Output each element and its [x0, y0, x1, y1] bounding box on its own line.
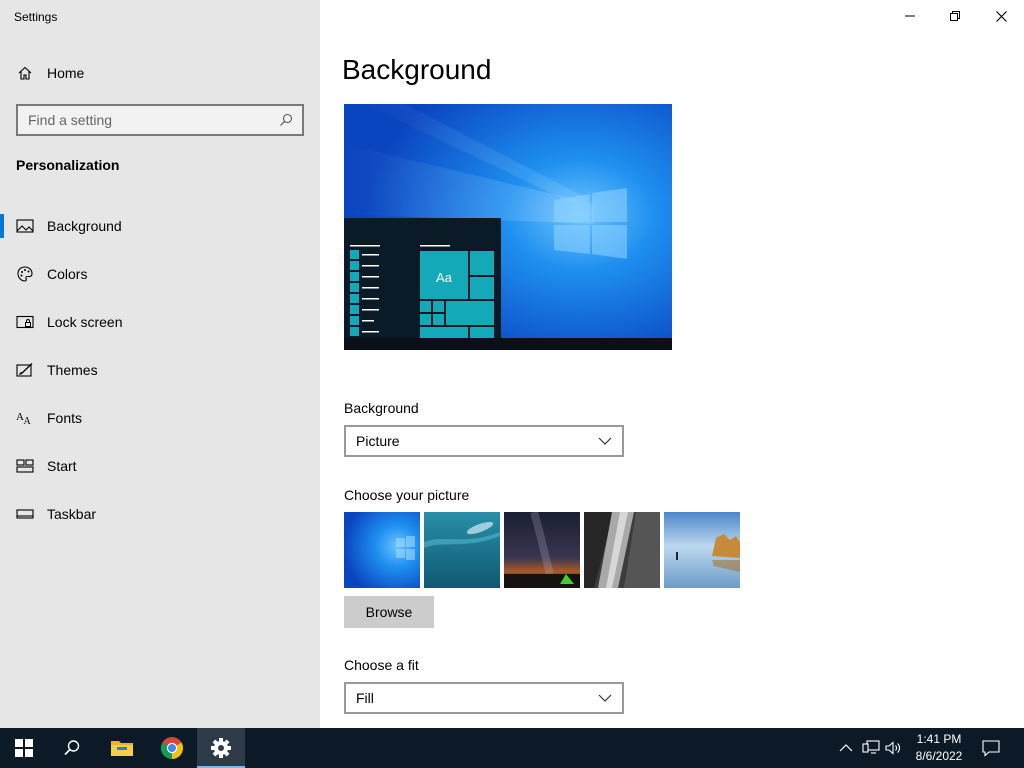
- fonts-icon: AA: [16, 409, 34, 427]
- sidebar-item-label: Taskbar: [47, 506, 97, 522]
- fit-value: Fill: [356, 690, 374, 706]
- start-button[interactable]: [0, 728, 48, 768]
- close-icon: [995, 10, 1007, 22]
- browse-button[interactable]: Browse: [344, 596, 434, 628]
- taskbar-chrome[interactable]: [148, 728, 196, 768]
- search-input[interactable]: [18, 112, 268, 128]
- lock-screen-icon: [16, 313, 34, 331]
- notification-icon: [982, 740, 1000, 757]
- close-button[interactable]: [978, 0, 1024, 32]
- picture-thumbnail-waterfall[interactable]: [584, 512, 660, 588]
- picture-thumbnail-night-sky[interactable]: [504, 512, 580, 588]
- sidebar: Settings Home Personalization Background…: [0, 0, 320, 728]
- sidebar-item-themes[interactable]: Themes: [0, 346, 320, 394]
- taskbar-search-button[interactable]: [48, 728, 96, 768]
- fit-dropdown[interactable]: Fill: [344, 682, 624, 714]
- search-box[interactable]: [16, 104, 304, 136]
- search-icon: [64, 740, 80, 756]
- volume-button[interactable]: [884, 738, 904, 758]
- choose-picture-label: Choose your picture: [344, 487, 470, 503]
- picture-thumbnail-underwater[interactable]: [424, 512, 500, 588]
- sidebar-item-label: Background: [47, 218, 122, 234]
- sidebar-item-start[interactable]: Start: [0, 442, 320, 490]
- picture-thumbnail-beach[interactable]: [664, 512, 740, 588]
- show-hidden-icons-button[interactable]: [836, 738, 856, 758]
- clock-time: 1:41 PM: [916, 732, 962, 746]
- app-title: Settings: [14, 10, 58, 24]
- restore-icon: [950, 11, 960, 21]
- background-type-label: Background: [344, 400, 419, 416]
- themes-icon: [16, 361, 34, 379]
- choose-fit-label: Choose a fit: [344, 657, 419, 673]
- sidebar-item-label: Start: [47, 458, 77, 474]
- taskbar-clock[interactable]: 1:41 PM 8/6/2022: [908, 731, 970, 765]
- sidebar-item-background[interactable]: Background: [0, 202, 320, 250]
- chevron-down-icon: [598, 694, 612, 702]
- background-type-value: Picture: [356, 433, 400, 449]
- action-center-button[interactable]: [981, 738, 1001, 758]
- background-type-dropdown[interactable]: Picture: [344, 425, 624, 457]
- taskbar: 1:41 PM 8/6/2022: [0, 728, 1024, 768]
- sidebar-item-label: Colors: [47, 266, 88, 282]
- network-icon: [862, 740, 880, 754]
- page-title: Background: [342, 54, 492, 85]
- clock-date: 8/6/2022: [915, 749, 963, 763]
- desktop-preview-image: Aa: [344, 104, 672, 350]
- minimize-button[interactable]: [887, 0, 933, 32]
- home-link[interactable]: Home: [16, 62, 84, 84]
- start-menu-icon: [16, 457, 34, 475]
- section-title: Personalization: [16, 157, 120, 173]
- picture-thumbnail-windows[interactable]: [344, 512, 420, 588]
- preview-tile-text: Aa: [436, 270, 453, 285]
- sidebar-nav: Background Colors Lock screen Themes AA …: [0, 202, 320, 538]
- minimize-icon: [905, 15, 915, 17]
- restore-button[interactable]: [932, 0, 978, 32]
- taskbar-icon: [16, 505, 34, 523]
- chevron-down-icon: [598, 437, 612, 445]
- sidebar-item-taskbar[interactable]: Taskbar: [0, 490, 320, 538]
- windows-start-icon: [15, 739, 33, 757]
- taskbar-settings[interactable]: [197, 728, 245, 768]
- sidebar-item-fonts[interactable]: AA Fonts: [0, 394, 320, 442]
- chevron-up-icon: [839, 744, 853, 752]
- sidebar-item-label: Fonts: [47, 410, 83, 426]
- file-explorer-icon: [111, 741, 133, 756]
- network-button[interactable]: [861, 738, 881, 758]
- picture-icon: [16, 217, 34, 235]
- speaker-icon: [885, 741, 900, 755]
- chrome-icon: [161, 737, 183, 759]
- background-preview: Aa: [344, 104, 672, 350]
- svg-text:A: A: [24, 416, 32, 426]
- picture-thumbnails: [344, 512, 740, 588]
- sidebar-item-label: Themes: [47, 362, 98, 378]
- sidebar-item-label: Lock screen: [47, 314, 123, 330]
- search-icon[interactable]: [278, 112, 294, 128]
- taskbar-file-explorer[interactable]: [98, 728, 146, 768]
- sidebar-item-lock-screen[interactable]: Lock screen: [0, 298, 320, 346]
- home-label: Home: [47, 65, 85, 81]
- sidebar-item-colors[interactable]: Colors: [0, 250, 320, 298]
- palette-icon: [16, 265, 34, 283]
- home-icon: [16, 64, 34, 82]
- settings-icon: [211, 738, 231, 758]
